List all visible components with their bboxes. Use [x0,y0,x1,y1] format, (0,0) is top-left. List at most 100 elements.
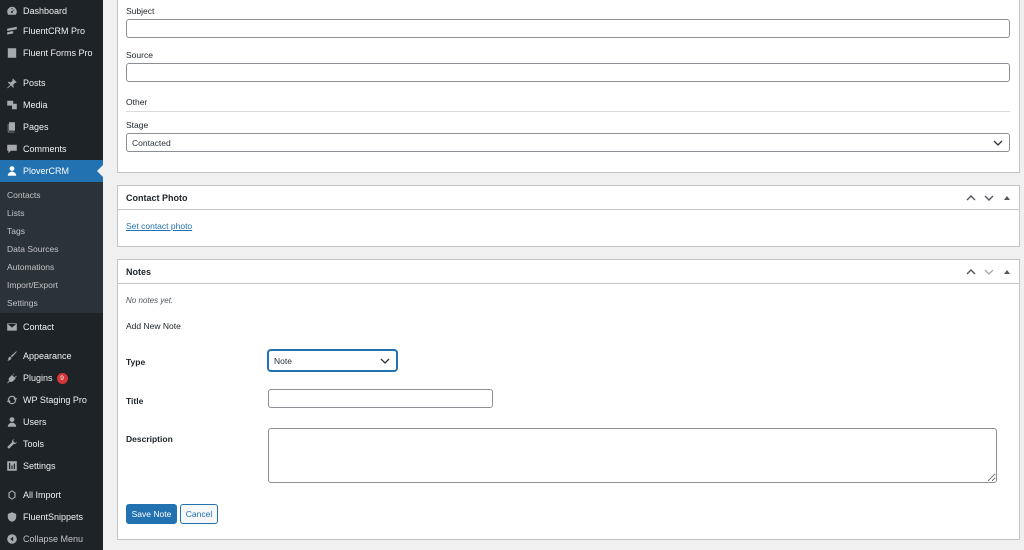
menu-label: Appearance [23,351,72,361]
stage-select[interactable]: Contacted [126,133,1010,152]
other-heading: Other [126,97,148,107]
menu-item-wp-staging[interactable]: WP Staging Pro [0,389,103,411]
subject-input[interactable] [126,19,1010,38]
menu-item-pages[interactable]: Pages [0,116,103,138]
add-new-note-heading: Add New Note [126,321,181,331]
menu-label: Pages [23,122,49,132]
comment-icon [6,143,18,155]
menu-label: Fluent Forms Pro [23,48,93,58]
plug-icon [6,372,18,384]
contact-photo-panel: Contact Photo Set contact photo [117,185,1020,247]
toggle-panel-icon[interactable] [1001,192,1013,204]
submenu-tags[interactable]: Tags [7,226,25,236]
menu-item-comments[interactable]: Comments [0,138,103,160]
move-down-icon[interactable] [983,192,995,204]
fluentcrm-icon [6,25,18,37]
type-label: Type [126,357,146,367]
submenu-data-sources[interactable]: Data Sources [7,244,59,254]
shield-icon [6,511,18,523]
menu-label: FluentCRM Pro [23,26,86,36]
section-divider [126,111,1010,112]
envelope-icon [6,321,18,333]
subject-label: Subject [126,6,155,16]
menu-label: Comments [23,144,67,154]
wrench-icon [6,438,18,450]
submenu-automations[interactable]: Automations [7,262,54,272]
collapse-menu-button[interactable]: Collapse Menu [0,528,103,550]
submenu-import-export[interactable]: Import/Export [7,280,58,290]
submenu-settings[interactable]: Settings [7,298,38,308]
menu-item-plugins[interactable]: Plugins 9 [0,367,103,389]
menu-label: Collapse Menu [23,534,84,544]
notes-panel: Notes No notes yet. Add New Note Type No… [117,259,1020,540]
stage-selected-value: Contacted [132,137,171,148]
move-up-icon[interactable] [965,192,977,204]
submenu-contacts[interactable]: Contacts [7,190,41,200]
menu-label: Users [23,417,47,427]
menu-label: Posts [23,78,46,88]
menu-label: Settings [23,461,56,471]
brush-icon [6,350,18,362]
move-down-icon[interactable] [983,266,995,278]
stage-label: Stage [126,120,149,130]
plugins-update-badge: 9 [56,372,68,384]
note-description-textarea[interactable] [268,428,997,483]
dashboard-icon [6,5,18,17]
pages-icon [6,121,18,133]
menu-label: All Import [23,490,62,500]
contact-photo-header: Contact Photo [118,186,1019,210]
chevron-down-icon [993,138,1003,148]
cancel-button[interactable]: Cancel [180,504,218,524]
sliders-icon [6,460,18,472]
menu-item-contact[interactable]: Contact [0,316,103,338]
save-note-button[interactable]: Save Note [126,504,177,524]
menu-label: Plugins [23,373,53,383]
refresh-icon [6,394,18,406]
pin-icon [6,77,18,89]
menu-item-all-import[interactable]: All Import [0,484,103,506]
chevron-down-icon [380,356,390,366]
submenu-lists[interactable]: Lists [7,208,24,218]
notes-header: Notes [118,260,1019,284]
collapse-icon [6,533,18,545]
set-contact-photo-link[interactable]: Set contact photo [126,221,192,231]
menu-label: Media [23,100,48,110]
move-up-icon[interactable] [965,266,977,278]
menu-item-dashboard[interactable]: Dashboard [0,0,103,22]
contact-photo-title: Contact Photo [126,193,188,203]
menu-item-fluentcrm[interactable]: FluentCRM Pro [0,20,103,42]
menu-item-settings[interactable]: Settings [0,455,103,477]
menu-label: Dashboard [23,6,68,16]
users-icon [6,416,18,428]
menu-item-fluent-forms[interactable]: Fluent Forms Pro [0,42,103,64]
media-icon [6,99,18,111]
menu-item-plovercrm[interactable]: PloverCRM [0,160,103,182]
menu-label: WP Staging Pro [23,395,87,405]
menu-label: FluentSnippets [23,512,84,522]
note-type-select[interactable]: Note [268,350,397,371]
fluent-forms-icon [6,47,18,59]
panel-controls [965,266,1013,278]
menu-item-fluentsnippets[interactable]: FluentSnippets [0,506,103,528]
menu-item-users[interactable]: Users [0,411,103,433]
menu-item-media[interactable]: Media [0,94,103,116]
menu-item-appearance[interactable]: Appearance [0,345,103,367]
no-notes-text: No notes yet. [126,296,174,305]
plovercrm-submenu: Contacts Lists Tags Data Sources Automat… [0,182,103,313]
source-label: Source [126,50,153,60]
menu-label: PloverCRM [23,166,70,176]
note-title-input[interactable] [268,389,493,408]
menu-item-posts[interactable]: Posts [0,72,103,94]
menu-label: Tools [23,439,45,449]
source-input[interactable] [126,63,1010,82]
toggle-panel-icon[interactable] [1001,266,1013,278]
person-icon [6,165,18,177]
panel-controls [965,192,1013,204]
note-type-selected-value: Note [274,355,292,366]
menu-label: Contact [23,322,55,332]
admin-sidebar: Dashboard FluentCRM Pro Fluent Forms Pro… [0,0,103,550]
contact-details-panel: Subject Source Other Stage Contacted [117,0,1020,173]
menu-item-tools[interactable]: Tools [0,433,103,455]
description-label: Description [126,434,173,444]
main-content: Subject Source Other Stage Contacted Con… [103,0,1024,550]
